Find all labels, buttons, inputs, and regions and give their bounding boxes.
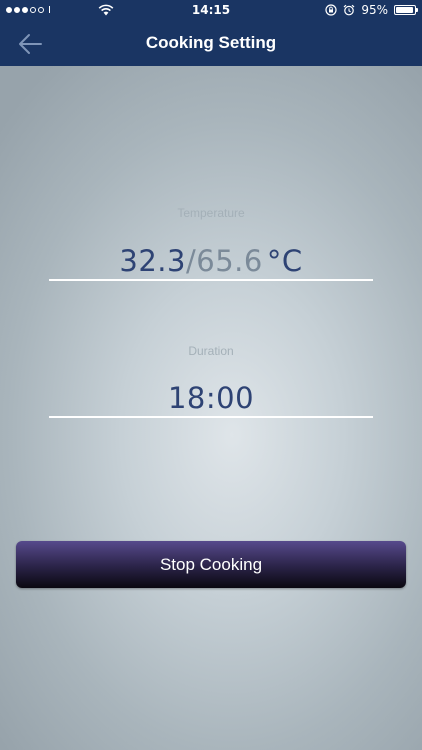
arrow-left-icon [19,34,42,54]
battery-level-fill [396,7,413,13]
temperature-unit: °C [266,244,303,278]
battery-percent: 95% [361,3,388,17]
status-bar: 14:15 95% [0,0,422,22]
navigation-bar: Cooking Setting [0,22,422,66]
duration-underline [49,416,373,418]
temperature-separator: / [185,244,197,278]
page-title: Cooking Setting [145,33,277,52]
duration-value[interactable]: 18:00 [0,381,422,415]
app-header: 14:15 95% Cooking Setting [0,0,422,66]
back-button[interactable] [12,28,48,60]
stop-cooking-button[interactable]: Stop Cooking [16,541,406,588]
current-temperature: 32.3 [119,244,186,278]
alarm-icon [343,4,355,16]
rotation-lock-icon [325,4,337,16]
battery-icon [394,5,418,15]
temperature-value[interactable]: 32.3/65.6 °C [0,244,422,278]
temperature-underline [49,279,373,281]
target-temperature: 65.6 [196,244,263,278]
duration-label: Duration [188,344,234,358]
temperature-label: Temperature [177,206,245,220]
